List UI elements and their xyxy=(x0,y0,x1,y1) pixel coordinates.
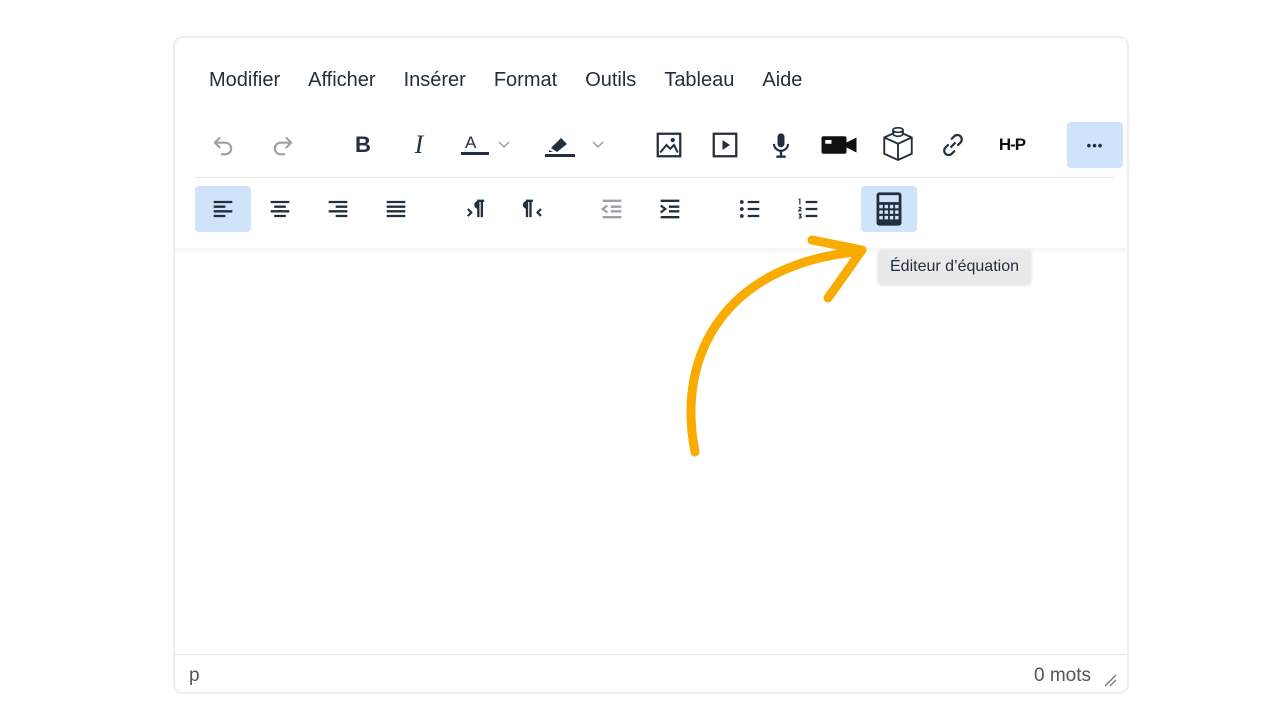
image-icon xyxy=(656,132,682,158)
indent-icon xyxy=(660,199,680,219)
link-button[interactable] xyxy=(933,122,973,168)
outdent-button[interactable] xyxy=(589,186,635,232)
3d-object-button[interactable] xyxy=(875,122,921,168)
justify-button[interactable] xyxy=(373,186,419,232)
menu-afficher[interactable]: Afficher xyxy=(294,66,389,94)
menu-format[interactable]: Format xyxy=(480,66,571,94)
align-center-button[interactable] xyxy=(257,186,303,232)
undo-button[interactable] xyxy=(203,122,243,168)
outdent-icon xyxy=(600,199,622,219)
menubar: Modifier Afficher Insérer Format Outils … xyxy=(195,66,816,94)
toolbar-row-1: B I A H-P ••• xyxy=(195,122,1125,168)
more-icon: ••• xyxy=(1086,137,1104,153)
bullet-list-button[interactable] xyxy=(727,186,773,232)
resize-handle-icon[interactable] xyxy=(1103,673,1117,687)
link-icon xyxy=(943,133,963,157)
highlight-button[interactable] xyxy=(541,122,611,168)
align-right-icon xyxy=(328,200,348,218)
calculator-icon xyxy=(876,192,902,226)
3d-cube-icon xyxy=(883,126,913,162)
rich-text-editor: Modifier Afficher Insérer Format Outils … xyxy=(173,36,1129,694)
ltr-icon xyxy=(467,199,485,218)
rtl-icon xyxy=(522,199,542,218)
menu-aide[interactable]: Aide xyxy=(748,66,816,94)
bullet-list-icon xyxy=(739,200,760,218)
undo-icon xyxy=(213,136,233,156)
statusbar: p 0 mots xyxy=(175,654,1127,692)
bold-button[interactable]: B xyxy=(343,122,383,168)
toolbar-row-2 xyxy=(195,186,1125,232)
align-left-button[interactable] xyxy=(195,186,251,232)
italic-icon: I xyxy=(414,130,424,159)
text-color-button[interactable]: A xyxy=(457,122,517,168)
menu-tableau[interactable]: Tableau xyxy=(650,66,748,94)
ltr-button[interactable] xyxy=(453,186,499,232)
align-right-button[interactable] xyxy=(315,186,361,232)
h5p-button[interactable]: H-P xyxy=(987,122,1037,168)
record-video-button[interactable] xyxy=(817,122,861,168)
media-button[interactable] xyxy=(705,122,745,168)
equation-editor-button[interactable] xyxy=(861,186,917,232)
h5p-icon: H-P xyxy=(998,135,1026,154)
redo-button[interactable] xyxy=(263,122,303,168)
equation-editor-tooltip: Éditeur d’équation xyxy=(878,250,1031,284)
italic-button[interactable]: I xyxy=(399,122,439,168)
menu-outils[interactable]: Outils xyxy=(571,66,650,94)
media-icon xyxy=(712,132,738,158)
toolbar-divider xyxy=(195,177,1113,178)
align-left-icon xyxy=(213,200,233,218)
numbered-list-icon xyxy=(797,198,818,219)
indent-button[interactable] xyxy=(647,186,693,232)
redo-icon xyxy=(273,136,293,156)
svg-text:A: A xyxy=(465,133,477,152)
word-count[interactable]: 0 mots xyxy=(1034,665,1091,687)
rtl-button[interactable] xyxy=(511,186,557,232)
highlight-icon xyxy=(545,138,604,157)
justify-icon xyxy=(386,200,406,218)
align-center-icon xyxy=(270,200,290,218)
video-camera-icon xyxy=(821,136,857,154)
record-audio-button[interactable] xyxy=(761,122,801,168)
menu-inserer[interactable]: Insérer xyxy=(390,66,480,94)
text-color-icon: A xyxy=(461,133,510,155)
menu-modifier[interactable]: Modifier xyxy=(195,66,294,94)
microphone-icon xyxy=(772,133,790,158)
element-path[interactable]: p xyxy=(189,665,200,687)
more-button[interactable]: ••• xyxy=(1067,122,1123,168)
numbered-list-button[interactable] xyxy=(785,186,831,232)
bold-icon: B xyxy=(355,132,371,157)
image-button[interactable] xyxy=(649,122,689,168)
